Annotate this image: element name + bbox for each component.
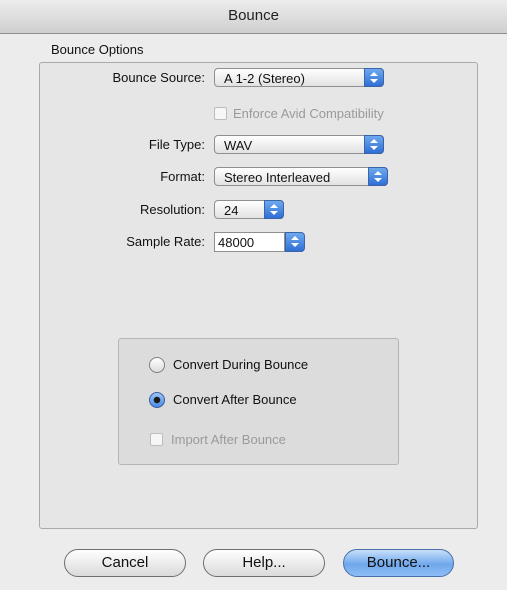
help-button[interactable]: Help... (203, 549, 325, 577)
cancel-button[interactable]: Cancel (64, 549, 186, 577)
import-after-label: Import After Bounce (171, 432, 286, 447)
enforce-avid-label: Enforce Avid Compatibility (233, 106, 384, 121)
combo-arrows-icon[interactable] (285, 232, 305, 252)
sample-rate-label: Sample Rate: (126, 234, 205, 249)
bounce-button[interactable]: Bounce... (343, 549, 454, 577)
file-type-popup[interactable]: WAV (214, 135, 384, 154)
sample-rate-input[interactable]: 48000 (214, 232, 285, 252)
format-value: Stereo Interleaved (224, 170, 331, 185)
popup-arrows-icon (368, 167, 388, 186)
popup-arrows-icon (264, 200, 284, 219)
file-type-label: File Type: (148, 137, 205, 152)
convert-during-label: Convert During Bounce (173, 357, 309, 372)
popup-arrows-icon (364, 135, 384, 154)
convert-during-radio[interactable] (149, 357, 165, 373)
resolution-popup[interactable]: 24 (214, 200, 284, 219)
sample-rate-combo[interactable]: 48000 (214, 232, 306, 252)
convert-after-radio[interactable] (149, 392, 165, 408)
resolution-label: Resolution: (139, 202, 205, 217)
import-after-checkbox[interactable] (150, 433, 163, 446)
group-label: Bounce Options (51, 42, 144, 57)
title-bar[interactable]: Bounce (0, 0, 507, 34)
format-label: Format: (160, 169, 205, 184)
bounce-source-value: A 1-2 (Stereo) (224, 71, 305, 86)
bounce-source-popup[interactable]: A 1-2 (Stereo) (214, 68, 384, 87)
window-title: Bounce (228, 7, 279, 24)
convert-after-label: Convert After Bounce (173, 392, 297, 407)
popup-arrows-icon (364, 68, 384, 87)
bounce-source-label: Bounce Source: (112, 70, 205, 85)
file-type-value: WAV (224, 138, 253, 153)
enforce-avid-checkbox[interactable] (214, 107, 227, 120)
format-popup[interactable]: Stereo Interleaved (214, 167, 388, 186)
resolution-value: 24 (224, 203, 239, 218)
